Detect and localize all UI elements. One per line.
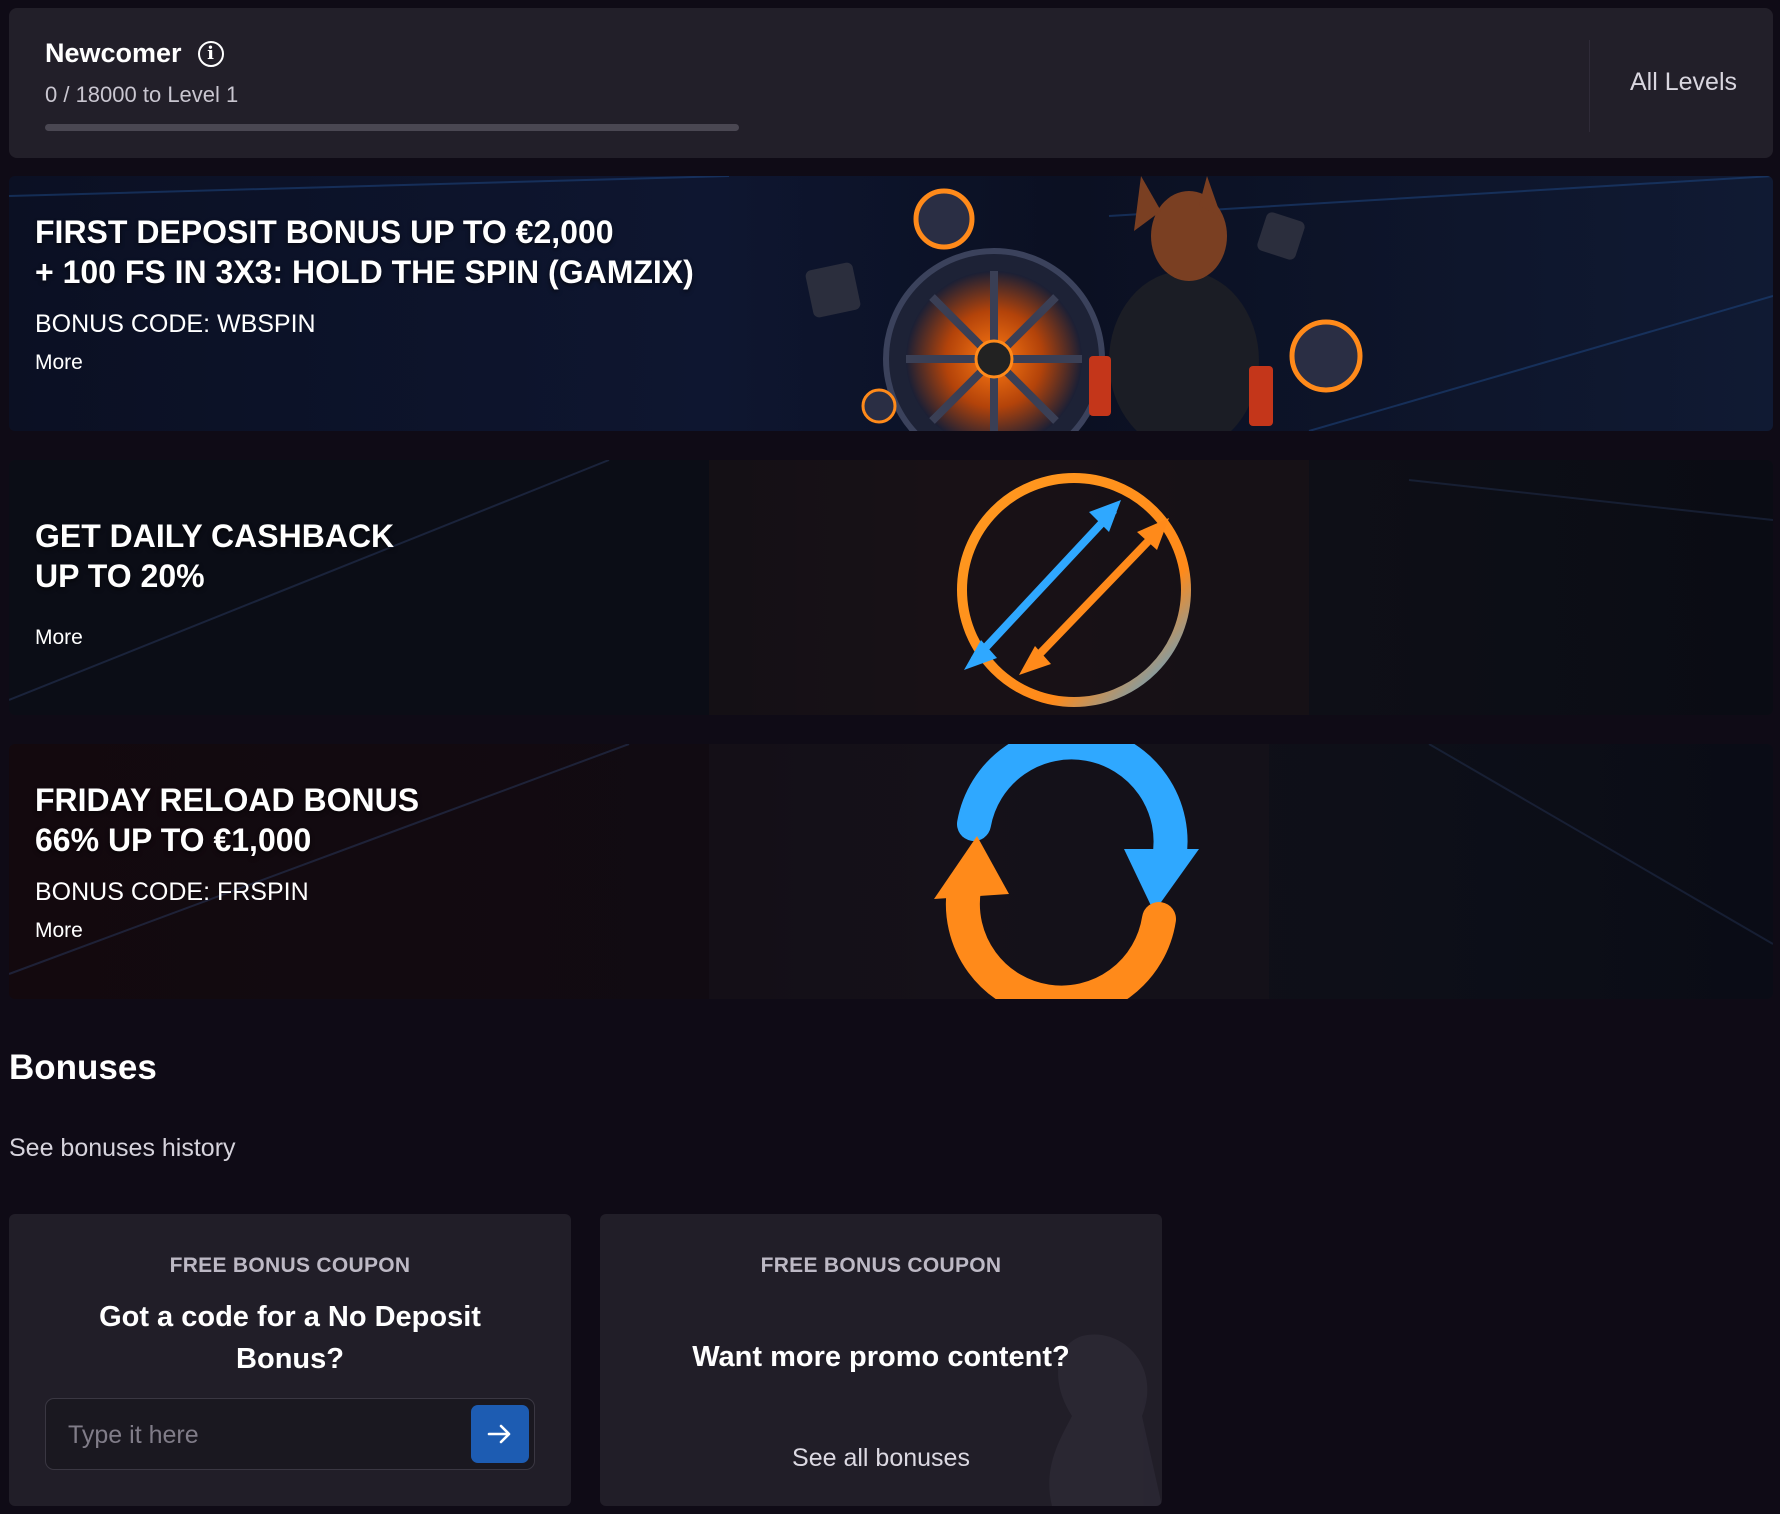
banner-more-link[interactable]: More xyxy=(35,626,394,650)
divider xyxy=(1589,40,1590,132)
arrow-right-icon xyxy=(487,1424,511,1444)
all-levels-link[interactable]: All Levels xyxy=(1630,68,1737,97)
coupon-code-field xyxy=(45,1398,535,1471)
banner-more-link[interactable]: More xyxy=(35,919,419,943)
banner-title-line1: FIRST DEPOSIT BONUS UP TO €2,000 xyxy=(35,214,614,250)
level-progress-text: 0 / 18000 to Level 1 xyxy=(45,82,239,107)
level-progress-bar xyxy=(45,124,739,131)
level-title: Newcomer xyxy=(45,38,182,68)
promo-banner-friday-reload[interactable]: FRIDAY RELOAD BONUS 66% UP TO €1,000 BON… xyxy=(9,744,1773,999)
banner-title-line2: UP TO 20% xyxy=(35,558,205,594)
banner-bonus-code: BONUS CODE: WBSPIN xyxy=(35,310,316,338)
bonuses-history-link[interactable]: See bonuses history xyxy=(9,1134,236,1163)
level-card: Newcomer i 0 / 18000 to Level 1 All Leve… xyxy=(9,8,1773,158)
banner-title-line1: FRIDAY RELOAD BONUS xyxy=(35,782,420,818)
banner-more-link[interactable]: More xyxy=(35,351,694,375)
coupon-code-input[interactable] xyxy=(66,1399,440,1471)
coupon-question-line1: Got a code for a No Deposit xyxy=(99,1301,481,1333)
bonuses-title: Bonuses xyxy=(9,1048,157,1087)
see-all-bonuses-link[interactable]: See all bonuses xyxy=(600,1444,1162,1473)
coupon-label: FREE BONUS COUPON xyxy=(760,1254,1002,1277)
coupon-question-line2: Bonus? xyxy=(236,1343,344,1375)
banner-title-line2: + 100 FS IN 3X3: HOLD THE SPIN (GAMZIX) xyxy=(35,254,694,290)
promo-banner-first-deposit[interactable]: FIRST DEPOSIT BONUS UP TO €2,000 + 100 F… xyxy=(9,176,1773,431)
coupon-card-promo-content: FREE BONUS COUPON Want more promo conten… xyxy=(600,1214,1162,1506)
coupon-label: FREE BONUS COUPON xyxy=(169,1254,411,1277)
coupon-submit-button[interactable] xyxy=(471,1405,529,1463)
banner-bonus-code: BONUS CODE: FRSPIN xyxy=(35,878,309,906)
info-icon[interactable]: i xyxy=(197,40,224,67)
promo-banner-cashback[interactable]: GET DAILY CASHBACK UP TO 20% More xyxy=(9,460,1773,715)
coupon-question: Want more promo content? xyxy=(692,1341,1070,1373)
banner-title-line2: 66% UP TO €1,000 xyxy=(35,822,312,858)
banner-title-line1: GET DAILY CASHBACK xyxy=(35,518,395,554)
coupon-card-no-deposit: FREE BONUS COUPON Got a code for a No De… xyxy=(9,1214,571,1506)
